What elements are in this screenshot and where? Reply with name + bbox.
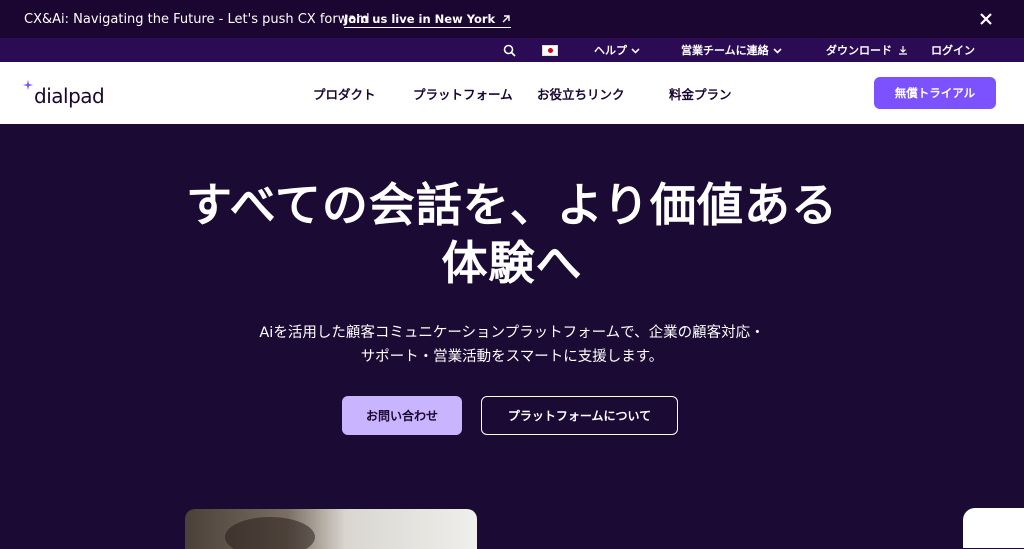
- hero-media-image: [185, 509, 477, 549]
- arrow-up-right-icon: [502, 15, 510, 23]
- nav-item-resources[interactable]: お役立ちリンク: [537, 84, 625, 103]
- download-label: ダウンロード: [826, 44, 892, 57]
- side-card: [963, 508, 1024, 548]
- announcement-banner: CX&Ai: Navigating the Future - Let's pus…: [0, 0, 1024, 38]
- dialpad-logo[interactable]: dialpad: [23, 80, 105, 108]
- utility-bar: ヘルプ 営業チームに連絡 ダウンロード ログイン: [0, 38, 1024, 62]
- banner-link-label: Join us live in New York: [344, 12, 496, 26]
- login-label: ログイン: [931, 44, 975, 57]
- language-selector[interactable]: [542, 38, 558, 62]
- spark-icon: [23, 80, 33, 90]
- download-link[interactable]: ダウンロード: [826, 38, 908, 62]
- sales-label: 営業チームに連絡: [681, 44, 769, 57]
- search-button[interactable]: [503, 38, 516, 62]
- download-icon: [899, 46, 907, 55]
- login-link[interactable]: ログイン: [931, 38, 975, 62]
- search-icon: [503, 44, 516, 57]
- main-navbar: dialpad プロダクト プラットフォーム お役立ちリンク 料金プラン 無償ト…: [0, 62, 1024, 124]
- close-icon[interactable]: [978, 11, 994, 27]
- hero-subtitle-line2: サポート・営業活動をスマートに支援します。: [360, 349, 664, 365]
- contact-sales-menu[interactable]: 営業チームに連絡: [681, 38, 782, 62]
- nav-item-pricing[interactable]: 料金プラン: [669, 84, 732, 103]
- hero-subtitle: Aiを活用した顧客コミュニケーションプラットフォームで、企業の顧客対応・ サポー…: [162, 321, 862, 369]
- logo-text: dialpad: [34, 84, 105, 108]
- nav-item-products[interactable]: プロダクト: [313, 84, 376, 103]
- help-label: ヘルプ: [594, 44, 627, 57]
- hero-title-line2: 体験へ: [441, 236, 583, 290]
- banner-event-link[interactable]: Join us live in New York: [344, 12, 512, 28]
- help-menu[interactable]: ヘルプ: [594, 38, 640, 62]
- about-platform-button[interactable]: プラットフォームについて: [481, 396, 678, 435]
- hero-title: すべての会話を、より価値ある 体験へ: [112, 176, 912, 292]
- hero-title-line1: すべての会話を、より価値ある: [185, 178, 839, 232]
- chevron-down-icon: [773, 47, 782, 54]
- hero-subtitle-line1: Aiを活用した顧客コミュニケーションプラットフォームで、企業の顧客対応・: [259, 325, 765, 341]
- japan-flag-icon: [542, 44, 558, 56]
- hero-section: すべての会話を、より価値ある 体験へ Aiを活用した顧客コミュニケーションプラッ…: [0, 124, 1024, 549]
- banner-text: CX&Ai: Navigating the Future - Let's pus…: [24, 11, 370, 27]
- free-trial-button[interactable]: 無償トライアル: [874, 77, 996, 109]
- chevron-down-icon: [631, 47, 640, 54]
- contact-button[interactable]: お問い合わせ: [342, 396, 462, 435]
- nav-item-platform[interactable]: プラットフォーム: [413, 84, 513, 103]
